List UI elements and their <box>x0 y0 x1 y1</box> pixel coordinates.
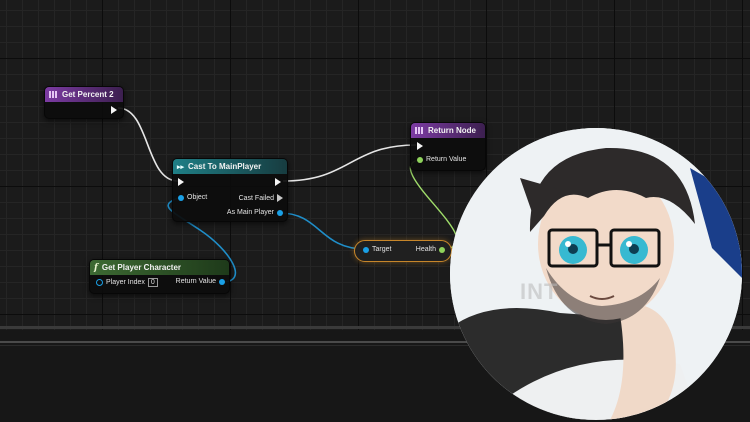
gpc-return-value-row[interactable]: Return Value <box>176 278 225 285</box>
main-player-wire <box>279 212 366 250</box>
exec-out-pin[interactable] <box>111 106 117 114</box>
avatar-illustration <box>450 128 742 420</box>
return-value-pin[interactable] <box>417 156 423 163</box>
node-cast-to-mainplayer[interactable]: ▸▸ Cast To MainPlayer Object Cast Failed… <box>172 158 288 222</box>
avatar-overlay <box>450 128 742 420</box>
exec-wire-getpercent-cast <box>117 107 179 182</box>
node-return[interactable]: Return Node Return Value <box>410 122 486 171</box>
player-index-input[interactable]: 0 <box>147 278 158 287</box>
object-pin-row[interactable]: Object <box>178 194 207 201</box>
as-main-player-row[interactable]: As Main Player <box>227 209 283 216</box>
gpc-return-value-pin[interactable] <box>219 278 225 285</box>
watermark-text: INT <box>520 279 559 304</box>
node-cast-header: ▸▸ Cast To MainPlayer <box>173 159 287 174</box>
as-main-player-label: As Main Player <box>226 209 274 216</box>
exec-in-pin[interactable] <box>417 142 423 150</box>
object-pin[interactable] <box>178 194 184 201</box>
player-index-row[interactable]: Player Index 0 <box>96 278 158 287</box>
cast-failed-row[interactable]: Cast Failed <box>239 194 283 202</box>
node-return-header: Return Node <box>411 123 485 138</box>
as-main-player-pin[interactable] <box>277 209 283 216</box>
node-get-player-character[interactable]: f Get Player Character Player Index 0 Re… <box>89 259 230 294</box>
node-health-getter[interactable]: Target Health <box>354 240 452 262</box>
exec-out-pin[interactable] <box>275 178 281 186</box>
target-row[interactable]: Target <box>363 246 391 253</box>
health-pin[interactable] <box>439 246 445 253</box>
node-get-percent-title: Get Percent 2 <box>62 90 114 99</box>
player-index-label: Player Index <box>106 279 145 286</box>
node-cast-title: Cast To MainPlayer <box>188 162 262 171</box>
function-result-icon <box>415 127 424 134</box>
return-value-label: Return Value <box>426 156 467 163</box>
target-pin[interactable] <box>363 246 369 253</box>
node-gpc-title: Get Player Character <box>101 263 182 272</box>
health-return-wire <box>409 159 458 250</box>
target-label: Target <box>372 246 392 253</box>
gpc-return-value-label: Return Value <box>175 278 216 285</box>
node-get-percent[interactable]: Get Percent 2 <box>44 86 124 119</box>
node-return-title: Return Node <box>428 126 476 135</box>
node-get-percent-header: Get Percent 2 <box>45 87 123 102</box>
function-icon: f <box>94 262 98 273</box>
node-gpc-header: f Get Player Character <box>90 260 229 275</box>
cast-failed-label: Cast Failed <box>238 194 274 202</box>
exec-wire-cast-return <box>282 144 417 182</box>
object-pin-label: Object <box>187 194 208 201</box>
cast-icon: ▸▸ <box>177 163 185 171</box>
exec-in-pin[interactable] <box>178 178 184 186</box>
return-value-row[interactable]: Return Value <box>417 156 466 163</box>
cast-failed-exec-pin[interactable] <box>277 194 283 202</box>
function-entry-icon <box>49 91 58 98</box>
player-index-pin[interactable] <box>96 279 103 286</box>
health-row[interactable]: Health <box>416 246 445 253</box>
health-label: Health <box>415 246 436 253</box>
